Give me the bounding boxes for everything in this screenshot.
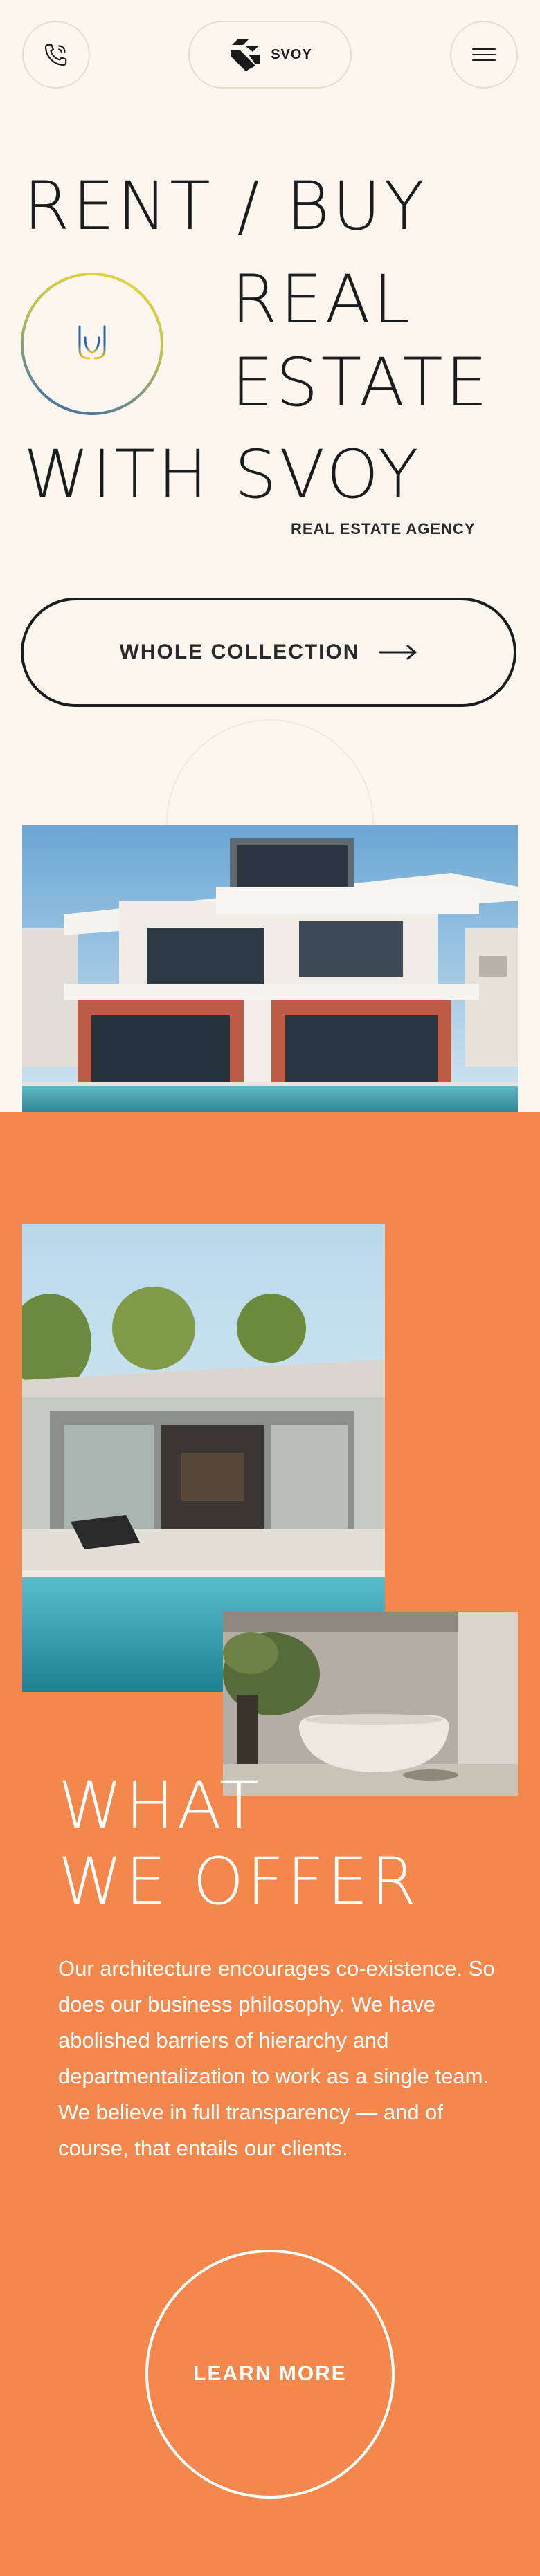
offer-description: Our architecture encourages co-existence… (58, 1956, 495, 2160)
hamburger-menu-icon (472, 48, 496, 61)
hero-heading-line-4: WITH SVOY (24, 436, 422, 513)
house-exterior-image (22, 825, 518, 1112)
hero-tagline: REAL ESTATE AGENCY (291, 520, 476, 537)
ukraine-emblem-badge (21, 273, 163, 415)
phone-icon (44, 44, 67, 66)
logo-mark-icon (231, 39, 260, 71)
offer-title-line-2: WE OFFER (58, 1844, 420, 1920)
learn-more-button[interactable]: LEARN MORE (145, 2250, 395, 2499)
menu-button[interactable] (450, 21, 518, 89)
hero-heading-line-3: ESTATE (231, 344, 491, 421)
hero-heading-line-2: REAL (231, 261, 413, 338)
whole-collection-button[interactable]: WHOLE COLLECTION (21, 598, 516, 707)
arrow-right-icon (379, 645, 417, 660)
bathroom-tub-image (223, 1612, 518, 1796)
hero-heading-line-1: RENT / BUY (24, 167, 427, 245)
phone-button[interactable] (22, 21, 90, 89)
logo-link[interactable]: SVOY (188, 21, 352, 89)
site-header: SVOY (0, 0, 540, 111)
learn-more-label: LEARN MORE (193, 2362, 347, 2385)
logo-text: SVOY (271, 46, 312, 62)
whole-collection-label: WHOLE COLLECTION (119, 641, 360, 663)
ukraine-trident-icon (78, 322, 106, 362)
offer-title-line-1: WHAT (58, 1768, 262, 1843)
